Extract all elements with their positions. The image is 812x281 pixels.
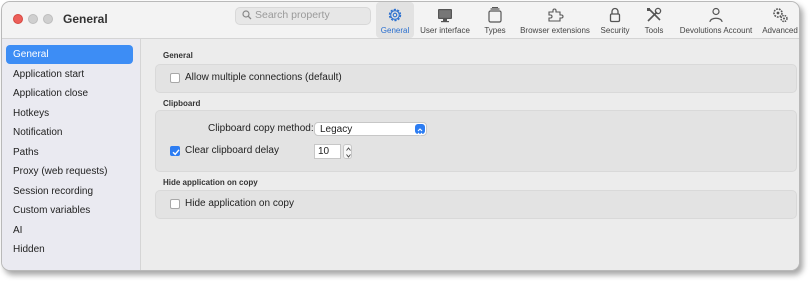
sidebar-item-general[interactable]: General [6, 45, 133, 64]
puzzle-icon [548, 8, 564, 22]
section-title-general: General [163, 51, 193, 60]
sidebar-item-hotkeys[interactable]: Hotkeys [6, 104, 133, 123]
section-title-clipboard: Clipboard [163, 99, 201, 108]
clipboard-copy-method-select[interactable]: Legacy [314, 122, 427, 136]
window-title: General [63, 12, 108, 26]
checkmark-icon [172, 149, 180, 156]
search-field[interactable]: Search property [235, 7, 371, 25]
sidebar-item-hidden[interactable]: Hidden [6, 240, 133, 259]
panel-hide-application: Hide application on copy [155, 190, 797, 219]
clear-clipboard-delay-input[interactable]: 10 [314, 144, 341, 159]
allow-multiple-connections-checkbox[interactable] [170, 73, 180, 83]
tab-devolutions-account[interactable]: Devolutions Account [674, 2, 758, 38]
sidebar-item-label: Hotkeys [13, 108, 50, 119]
clipboard-copy-method-label: Clipboard copy method: [208, 123, 314, 134]
clipboard-copy-method-value: Legacy [320, 124, 353, 135]
sidebar-item-label: Custom variables [13, 205, 91, 216]
chevron-up-down-icon [415, 124, 425, 136]
sidebar-item-notification[interactable]: Notification [6, 123, 133, 142]
types-icon [488, 7, 502, 23]
sidebar-item-ai[interactable]: AI [6, 221, 133, 240]
stepper-arrows-icon [346, 147, 351, 158]
lock-icon [609, 7, 621, 23]
tab-tools-label: Tools [644, 26, 664, 35]
sidebar-item-label: Session recording [13, 186, 94, 197]
search-icon [242, 10, 252, 20]
clear-clipboard-delay-label: Clear clipboard delay [185, 145, 279, 156]
tab-browser-extensions[interactable]: Browser extensions [516, 2, 594, 38]
minimize-window-button[interactable] [28, 14, 38, 24]
search-placeholder: Search property [255, 9, 330, 21]
sidebar-item-application-start[interactable]: Application start [6, 65, 133, 84]
sidebar-item-session-recording[interactable]: Session recording [6, 182, 133, 201]
monitor-icon [438, 9, 452, 23]
settings-content: General Allow multiple connections (defa… [141, 39, 799, 270]
hide-application-on-copy-label: Hide application on copy [185, 198, 294, 209]
tab-types[interactable]: Types [478, 2, 512, 38]
tab-security[interactable]: Security [598, 2, 632, 38]
sidebar-item-label: General [13, 49, 49, 60]
tab-general[interactable]: General [376, 2, 414, 38]
sidebar-item-paths[interactable]: Paths [6, 143, 133, 162]
tab-user-interface-label: User interface [420, 26, 470, 35]
sidebar-item-label: Application close [13, 88, 89, 99]
clear-clipboard-delay-stepper[interactable] [343, 144, 352, 159]
toolbar: General Search property General User int… [2, 2, 799, 39]
sidebar-item-label: Notification [13, 127, 63, 138]
tab-user-interface[interactable]: User interface [416, 2, 474, 38]
sidebar-item-label: Hidden [13, 244, 45, 255]
sidebar-item-proxy[interactable]: Proxy (web requests) [6, 162, 133, 181]
sidebar-item-application-close[interactable]: Application close [6, 84, 133, 103]
sidebar-item-label: Proxy (web requests) [13, 166, 108, 177]
panel-clipboard: Clipboard copy method: Legacy Clear clip… [155, 110, 797, 172]
gear-icon [388, 8, 402, 22]
section-title-hide-application: Hide application on copy [163, 178, 258, 187]
maximize-window-button[interactable] [43, 14, 53, 24]
clear-clipboard-delay-value: 10 [318, 146, 330, 157]
tab-tools[interactable]: Tools [639, 2, 669, 38]
person-icon [709, 7, 723, 23]
tab-types-label: Types [484, 26, 506, 35]
tools-icon [647, 7, 662, 22]
settings-window: General Search property General User int… [1, 1, 800, 271]
panel-general: Allow multiple connections (default) [155, 64, 797, 93]
tab-security-label: Security [600, 26, 630, 35]
tab-advanced-label: Advanced [762, 26, 798, 35]
tab-devolutions-account-label: Devolutions Account [679, 26, 753, 35]
sidebar-item-label: Paths [13, 147, 39, 158]
sidebar-item-custom-variables[interactable]: Custom variables [6, 201, 133, 220]
tab-general-label: General [380, 26, 410, 35]
clear-clipboard-delay-checkbox[interactable] [170, 146, 180, 156]
sidebar: General Application start Application cl… [2, 39, 141, 270]
close-window-button[interactable] [13, 14, 23, 24]
hide-application-on-copy-checkbox[interactable] [170, 199, 180, 209]
gears-icon [773, 8, 788, 23]
tab-browser-extensions-label: Browser extensions [520, 26, 590, 35]
sidebar-item-label: Application start [13, 69, 85, 80]
tab-advanced[interactable]: Advanced [760, 2, 799, 38]
sidebar-item-label: AI [13, 225, 23, 236]
allow-multiple-connections-label: Allow multiple connections (default) [185, 72, 342, 83]
